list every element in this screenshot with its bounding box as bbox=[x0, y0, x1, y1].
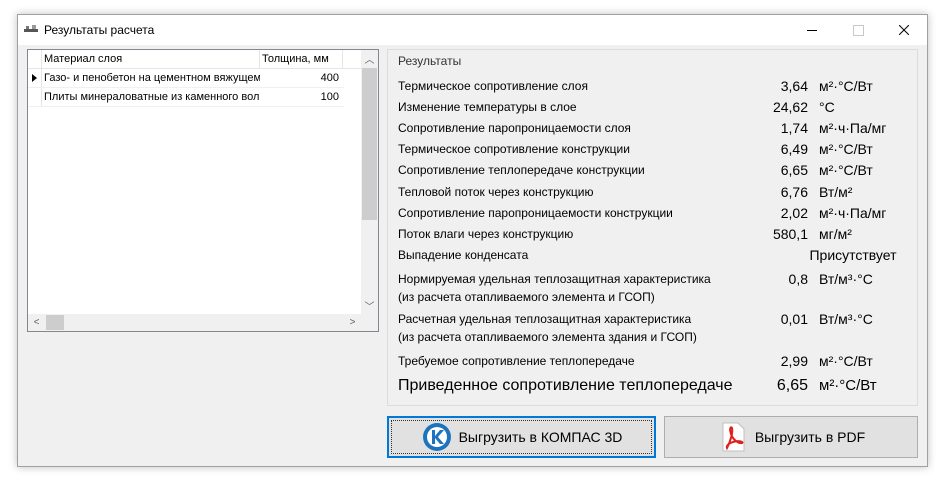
layers-grid[interactable]: Материал слоя Толщина, мм Газо- и пенобе… bbox=[27, 49, 379, 332]
maximize-icon bbox=[852, 24, 864, 36]
close-icon bbox=[899, 25, 909, 35]
cell-thickness[interactable]: 100 bbox=[260, 88, 343, 106]
vertical-scroll-thumb[interactable] bbox=[362, 68, 377, 220]
grid-header: Материал слоя Толщина, мм bbox=[28, 50, 361, 69]
vertical-scrollbar[interactable]: ︿ ﹀ bbox=[361, 50, 378, 314]
required-resistance-value: 2,99 bbox=[780, 353, 808, 369]
condensate-value: Присутствует bbox=[809, 247, 897, 263]
minimize-button[interactable] bbox=[789, 15, 835, 45]
table-row[interactable]: Плиты минераловатные из каменного волокн… bbox=[28, 88, 344, 107]
pdf-icon bbox=[722, 422, 745, 452]
row-indicator bbox=[28, 69, 42, 87]
row-indicator bbox=[28, 88, 42, 106]
result-label: Сопротивление паропроницаемости слоя bbox=[398, 121, 631, 135]
norm-characteristic-unit: Вт/м³·°С bbox=[819, 271, 873, 287]
kompas-icon bbox=[422, 423, 451, 451]
cell-thickness[interactable]: 400 bbox=[260, 69, 343, 87]
calc-characteristic-note: (из расчета отапливаемого элемента здани… bbox=[398, 330, 697, 344]
results-window: Результаты расчета Материал слоя Толщина… bbox=[17, 14, 928, 467]
calc-characteristic-value: 0,01 bbox=[780, 311, 808, 327]
result-label: Термическое сопротивление конструкции bbox=[398, 142, 630, 156]
result-unit: м²·°С/Вт bbox=[819, 141, 873, 157]
reduced-resistance-value: 6,65 bbox=[776, 377, 808, 394]
result-unit: м²·ч·Па/мг bbox=[819, 120, 887, 136]
maximize-button[interactable] bbox=[835, 15, 881, 45]
app-icon bbox=[24, 25, 38, 32]
result-label: Сопротивление теплопередаче конструкции bbox=[398, 163, 645, 177]
table-row[interactable]: Газо- и пенобетон на цементном вяжущем 4… bbox=[28, 69, 344, 88]
result-unit: м²·°С/Вт bbox=[819, 162, 873, 178]
result-unit: Вт/м² bbox=[819, 184, 853, 200]
result-label: Сопротивление паропроницаемости конструк… bbox=[398, 206, 673, 220]
results-group: Результаты Термическое сопротивление сло… bbox=[387, 49, 918, 406]
title-bar[interactable]: Результаты расчета bbox=[18, 15, 927, 45]
condensate-label: Выпадение конденсата bbox=[398, 248, 529, 262]
export-pdf-button[interactable]: Выгрузить в PDF bbox=[664, 416, 918, 458]
norm-characteristic-note: (из расчета отапливаемого элемента и ГСО… bbox=[398, 290, 655, 304]
column-header-thickness[interactable]: Толщина, мм bbox=[260, 50, 343, 68]
grid-header-corner bbox=[28, 50, 42, 68]
calc-characteristic-unit: Вт/м³·°С bbox=[819, 311, 873, 327]
results-title: Результаты bbox=[398, 54, 462, 68]
export-kompas-button[interactable]: Выгрузить в КОМПАС 3D bbox=[387, 416, 656, 458]
result-value: 1,74 bbox=[780, 120, 808, 136]
result-value: 6,65 bbox=[780, 162, 808, 178]
result-label: Поток влаги через конструкцию bbox=[398, 227, 574, 241]
result-value: 3,64 bbox=[780, 78, 808, 94]
scroll-corner bbox=[361, 314, 378, 331]
norm-characteristic-label: Нормируемая удельная теплозащитная харак… bbox=[398, 272, 711, 286]
result-unit: мг/м² bbox=[819, 226, 852, 242]
calc-characteristic-label: Расчетная удельная теплозащитная характе… bbox=[398, 312, 692, 326]
result-unit: °С bbox=[819, 99, 835, 115]
cell-material[interactable]: Плиты минераловатные из каменного волокн… bbox=[42, 88, 260, 106]
current-row-icon bbox=[32, 74, 37, 82]
window-title: Результаты расчета bbox=[44, 23, 155, 37]
result-label: Тепловой поток через конструкцию bbox=[398, 185, 594, 199]
scroll-left-icon[interactable]: < bbox=[28, 314, 45, 331]
result-label: Термическое сопротивление слоя bbox=[398, 79, 588, 93]
result-unit: м²·°С/Вт bbox=[819, 78, 873, 94]
horizontal-scroll-thumb[interactable] bbox=[46, 315, 64, 330]
result-value: 2,02 bbox=[780, 205, 808, 221]
result-value: 24,62 bbox=[772, 99, 808, 115]
horizontal-scrollbar[interactable]: < > bbox=[28, 314, 361, 331]
required-resistance-label: Требуемое сопротивление теплопередаче bbox=[398, 354, 635, 368]
scroll-right-icon[interactable]: > bbox=[344, 314, 361, 331]
reduced-resistance-unit: м²·°С/Вт bbox=[819, 377, 877, 394]
result-value: 580,1 bbox=[772, 226, 808, 242]
result-unit: м²·ч·Па/мг bbox=[819, 205, 887, 221]
export-pdf-label: Выгрузить в PDF bbox=[754, 429, 866, 445]
scroll-down-icon[interactable]: ﹀ bbox=[361, 297, 378, 314]
result-value: 6,76 bbox=[780, 184, 808, 200]
result-label: Изменение температуры в слое bbox=[398, 100, 577, 114]
required-resistance-unit: м²·°С/Вт bbox=[819, 353, 873, 369]
reduced-resistance-label: Приведенное сопротивление теплопередаче bbox=[398, 377, 733, 394]
minimize-icon bbox=[807, 29, 817, 31]
scroll-up-icon[interactable]: ︿ bbox=[361, 50, 378, 67]
close-button[interactable] bbox=[881, 15, 927, 45]
norm-characteristic-value: 0,8 bbox=[788, 271, 808, 287]
cell-material[interactable]: Газо- и пенобетон на цементном вяжущем bbox=[42, 69, 260, 87]
column-header-material[interactable]: Материал слоя bbox=[42, 50, 260, 68]
result-value: 6,49 bbox=[780, 141, 808, 157]
export-kompas-label: Выгрузить в КОМПАС 3D bbox=[458, 429, 623, 445]
